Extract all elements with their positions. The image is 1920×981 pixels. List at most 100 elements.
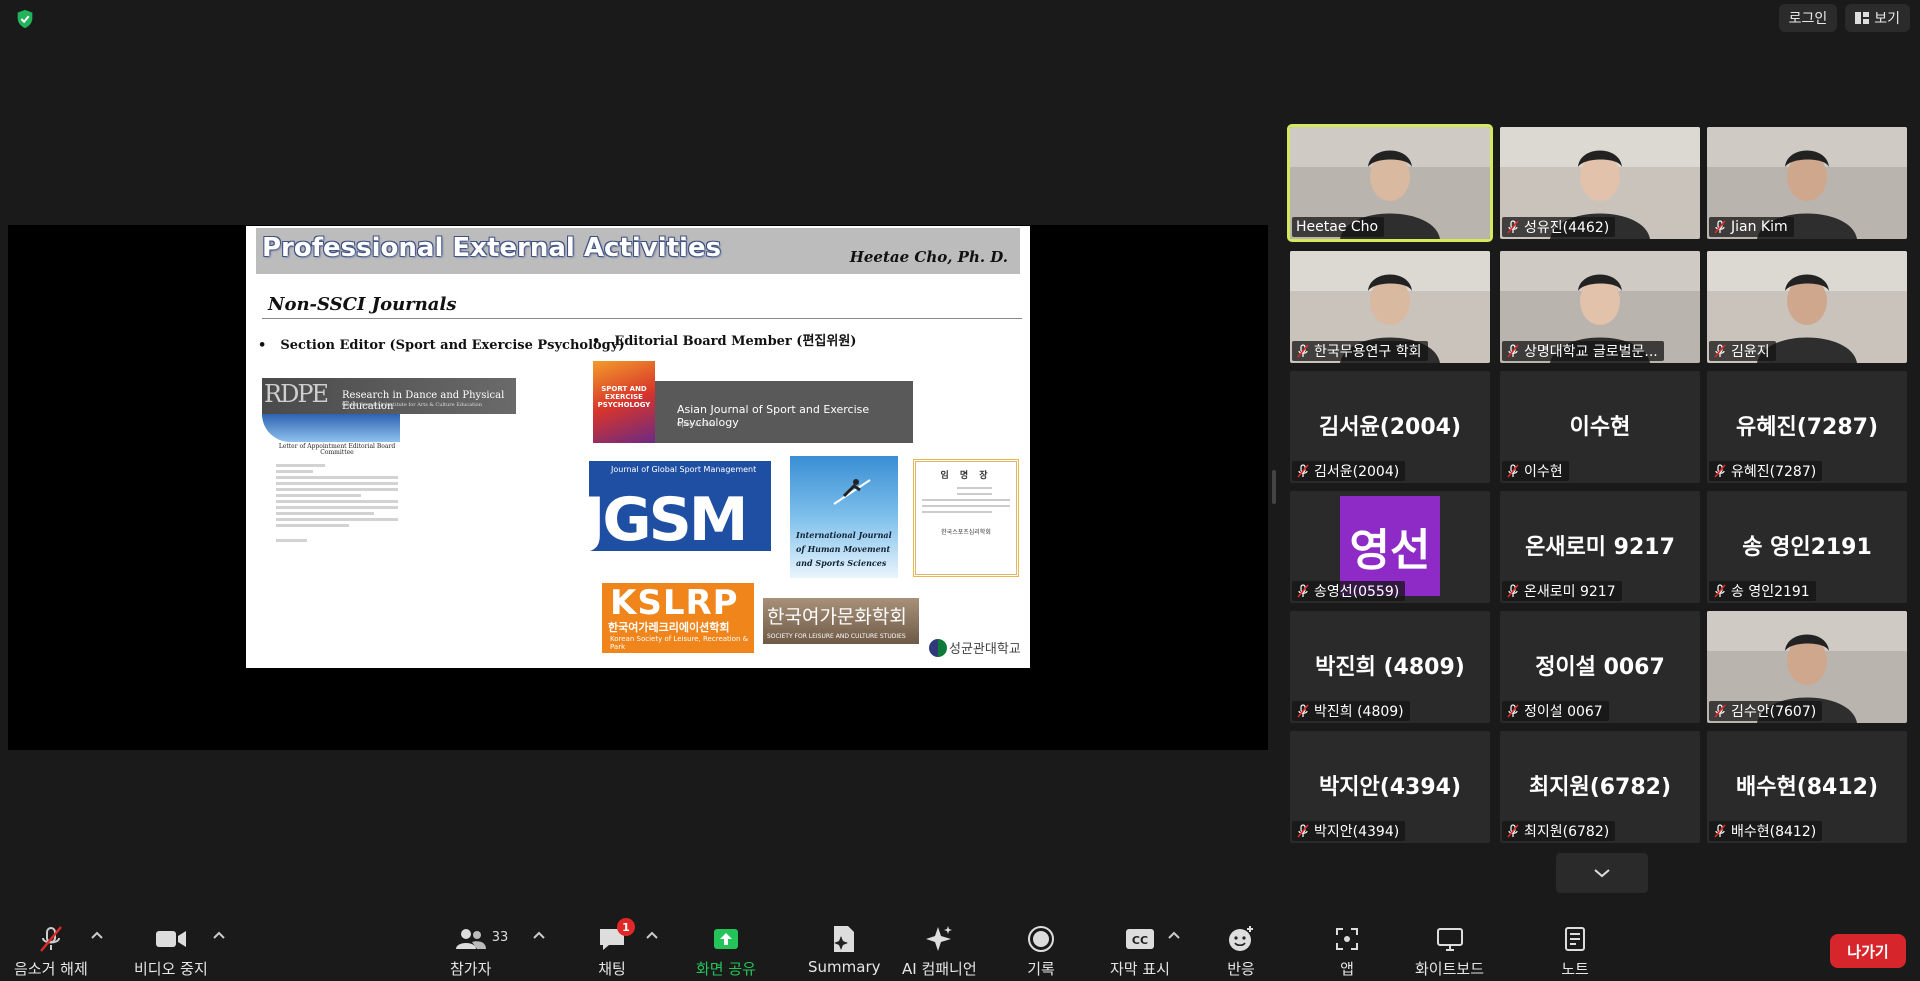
participant-tile[interactable]: 이수현 이수현 (1500, 371, 1700, 483)
participant-name-label: 상명대학교 글로벌문... (1502, 341, 1664, 361)
participant-name-label: 유혜진(7287) (1709, 461, 1823, 481)
captions-button[interactable]: CC 자막 표시 (1110, 924, 1170, 980)
participants-options-caret-icon[interactable] (532, 930, 546, 940)
participant-name: 한국무용연구 학회 (1314, 344, 1422, 360)
muted-microphone-icon (1507, 584, 1519, 598)
chat-button[interactable]: 1 채팅 (595, 918, 635, 980)
muted-microphone-icon (1297, 584, 1309, 598)
participant-tile[interactable]: 김윤지 (1707, 251, 1907, 363)
record-icon (1028, 926, 1054, 952)
unmute-button[interactable]: 음소거 해제 (14, 924, 88, 980)
participant-tile[interactable]: Heetae Cho (1287, 124, 1493, 242)
captions-options-caret-icon[interactable] (1167, 930, 1181, 940)
summary-button[interactable]: Summary (808, 924, 881, 980)
participant-name-label: 배수현(8412) (1709, 821, 1823, 841)
rdpe-journal-name: Research in Dance and Physical Education (342, 390, 505, 412)
closed-captions-icon: CC (1125, 929, 1154, 949)
video-options-caret-icon[interactable] (212, 930, 226, 940)
gallery-resize-handle[interactable] (1272, 470, 1276, 504)
letter-title: Letter of Appointment Editorial Board Co… (278, 443, 396, 456)
zoom-meeting-window: 로그인 보기 Professional External Activities … (0, 0, 1920, 981)
participant-tile[interactable]: 김서윤(2004) 김서윤(2004) (1290, 371, 1490, 483)
jgsm-small-text: Journal of Global Sport Management (611, 465, 757, 474)
participant-tile[interactable]: 최지원(6782) 최지원(6782) (1500, 731, 1700, 843)
participant-name: 송영선(0559) (1314, 584, 1400, 600)
apps-button[interactable]: 앱 (1330, 924, 1364, 980)
muted-microphone-icon (1714, 704, 1726, 718)
participant-tile[interactable]: 유혜진(7287) 유혜진(7287) (1707, 371, 1907, 483)
appointment-letter: Letter of Appointment Editorial Board Co… (276, 444, 398, 584)
participant-tile[interactable]: 송 영인2191 송 영인2191 (1707, 491, 1907, 603)
ijhm-journal-cover: International Journal of Human Movement … (790, 456, 898, 578)
participant-tile[interactable]: 온새로미 9217 온새로미 9217 (1500, 491, 1700, 603)
participant-name: 유혜진(7287) (1731, 464, 1817, 480)
apps-label: 앱 (1340, 960, 1354, 978)
participant-tile[interactable]: 한국무용연구 학회 (1290, 251, 1490, 363)
whiteboard-icon (1436, 928, 1463, 951)
rdpe-logo: RDPE (264, 380, 329, 408)
summary-label: Summary (808, 958, 881, 976)
certificate-issuer: 한국스포츠심리학회 (941, 529, 991, 536)
slide-header: Professional External Activities Heetae … (256, 228, 1020, 274)
share-screen-label: 화면 공유 (696, 960, 756, 978)
participant-display-name: 배수현(8412) (1735, 775, 1879, 800)
grid-view-icon (1855, 12, 1870, 24)
participant-name-label: 성유진(4462) (1502, 217, 1616, 237)
stop-video-button[interactable]: 비디오 중지 (134, 924, 208, 980)
participant-tile[interactable]: 박진희 (4809) 박진희 (4809) (1290, 611, 1490, 723)
skku-name: 성균관대학교 (949, 642, 1021, 657)
whiteboard-label: 화이트보드 (1415, 960, 1485, 978)
meeting-toolbar: 음소거 해제 비디오 중지 33 참가자 1 채팅 화면 공유 Summary … (0, 910, 1920, 981)
kslrp-logo: KSLRP 한국여가레크리에이션학회 Korean Society of Lei… (602, 583, 754, 653)
kslrp-korean-name: 한국여가레크리에이션학회 (608, 621, 730, 634)
notes-button[interactable]: 노트 (1558, 924, 1592, 980)
participant-tile[interactable]: 김수안(7607) (1707, 611, 1907, 723)
participant-tile[interactable]: 박지안(4394) 박지안(4394) (1290, 731, 1490, 843)
ai-companion-button[interactable]: AI 컴패니언 (902, 924, 977, 980)
notes-icon (1565, 927, 1585, 951)
participant-name-label: Heetae Cho (1292, 217, 1385, 237)
participant-name: 배수현(8412) (1731, 824, 1817, 840)
kslcs-logo: 한국여가문화학회 SOCIETY FOR LEISURE AND CULTURE… (763, 598, 919, 644)
unmute-label: 음소거 해제 (14, 960, 88, 978)
leave-meeting-button[interactable]: 나가기 (1830, 934, 1906, 968)
participant-display-name: 박지안(4394) (1318, 775, 1462, 800)
participant-tile[interactable]: 영선 송영선(0559) (1290, 491, 1490, 603)
jgsm-journal-logo: Journal of Global Sport Management JGSM (589, 461, 771, 551)
kslrp-english-name: Korean Society of Leisure, Recreation & … (610, 635, 749, 651)
participant-tile[interactable]: 성유진(4462) (1500, 127, 1700, 239)
kslcs-english-name: SOCIETY FOR LEISURE AND CULTURE STUDIES (767, 633, 906, 640)
participant-display-name: 온새로미 9217 (1525, 535, 1675, 560)
gallery-next-page-button[interactable] (1556, 853, 1648, 893)
encryption-shield-icon[interactable] (14, 8, 36, 30)
record-button[interactable]: 기록 (1024, 924, 1058, 980)
participants-button[interactable]: 33 참가자 (450, 924, 508, 980)
whiteboard-button[interactable]: 화이트보드 (1415, 924, 1484, 980)
participant-tile[interactable]: 배수현(8412) 배수현(8412) (1707, 731, 1907, 843)
ijhm-journal-name: International Journal of Human Movement … (796, 530, 892, 568)
presentation-slide: Professional External Activities Heetae … (246, 226, 1030, 668)
certificate-title: 임 명 장 (940, 471, 992, 481)
participant-display-name: 김서윤(2004) (1318, 415, 1462, 440)
participant-tile[interactable]: 정이설 0067 정이설 0067 (1500, 611, 1700, 723)
shared-screen[interactable]: Professional External Activities Heetae … (8, 225, 1268, 750)
skku-logo: 성균관대학교 (929, 638, 1021, 657)
participant-tile[interactable]: Jian Kim (1707, 127, 1907, 239)
muted-microphone-icon (1297, 824, 1309, 838)
muted-microphone-icon (1714, 584, 1726, 598)
muted-microphone-icon (1714, 464, 1726, 478)
login-button[interactable]: 로그인 (1778, 4, 1838, 32)
participant-name-label: 송영선(0559) (1292, 581, 1406, 601)
slide-author: Heetae Cho, Ph. D. (849, 248, 1008, 266)
chat-options-caret-icon[interactable] (645, 930, 659, 940)
slide-title: Professional External Activities (262, 233, 722, 263)
jgsm-big-text: JGSM (589, 485, 748, 551)
share-screen-button[interactable]: 화면 공유 (696, 924, 756, 980)
reactions-button[interactable]: 반응 (1224, 924, 1258, 980)
muted-microphone-icon (1714, 824, 1726, 838)
participant-name-label: 박지안(4394) (1292, 821, 1406, 841)
audio-options-caret-icon[interactable] (90, 930, 104, 940)
participant-tile[interactable]: 상명대학교 글로벌문... (1500, 251, 1700, 363)
view-button[interactable]: 보기 (1845, 4, 1910, 32)
participant-display-name: 정이설 0067 (1535, 655, 1665, 680)
